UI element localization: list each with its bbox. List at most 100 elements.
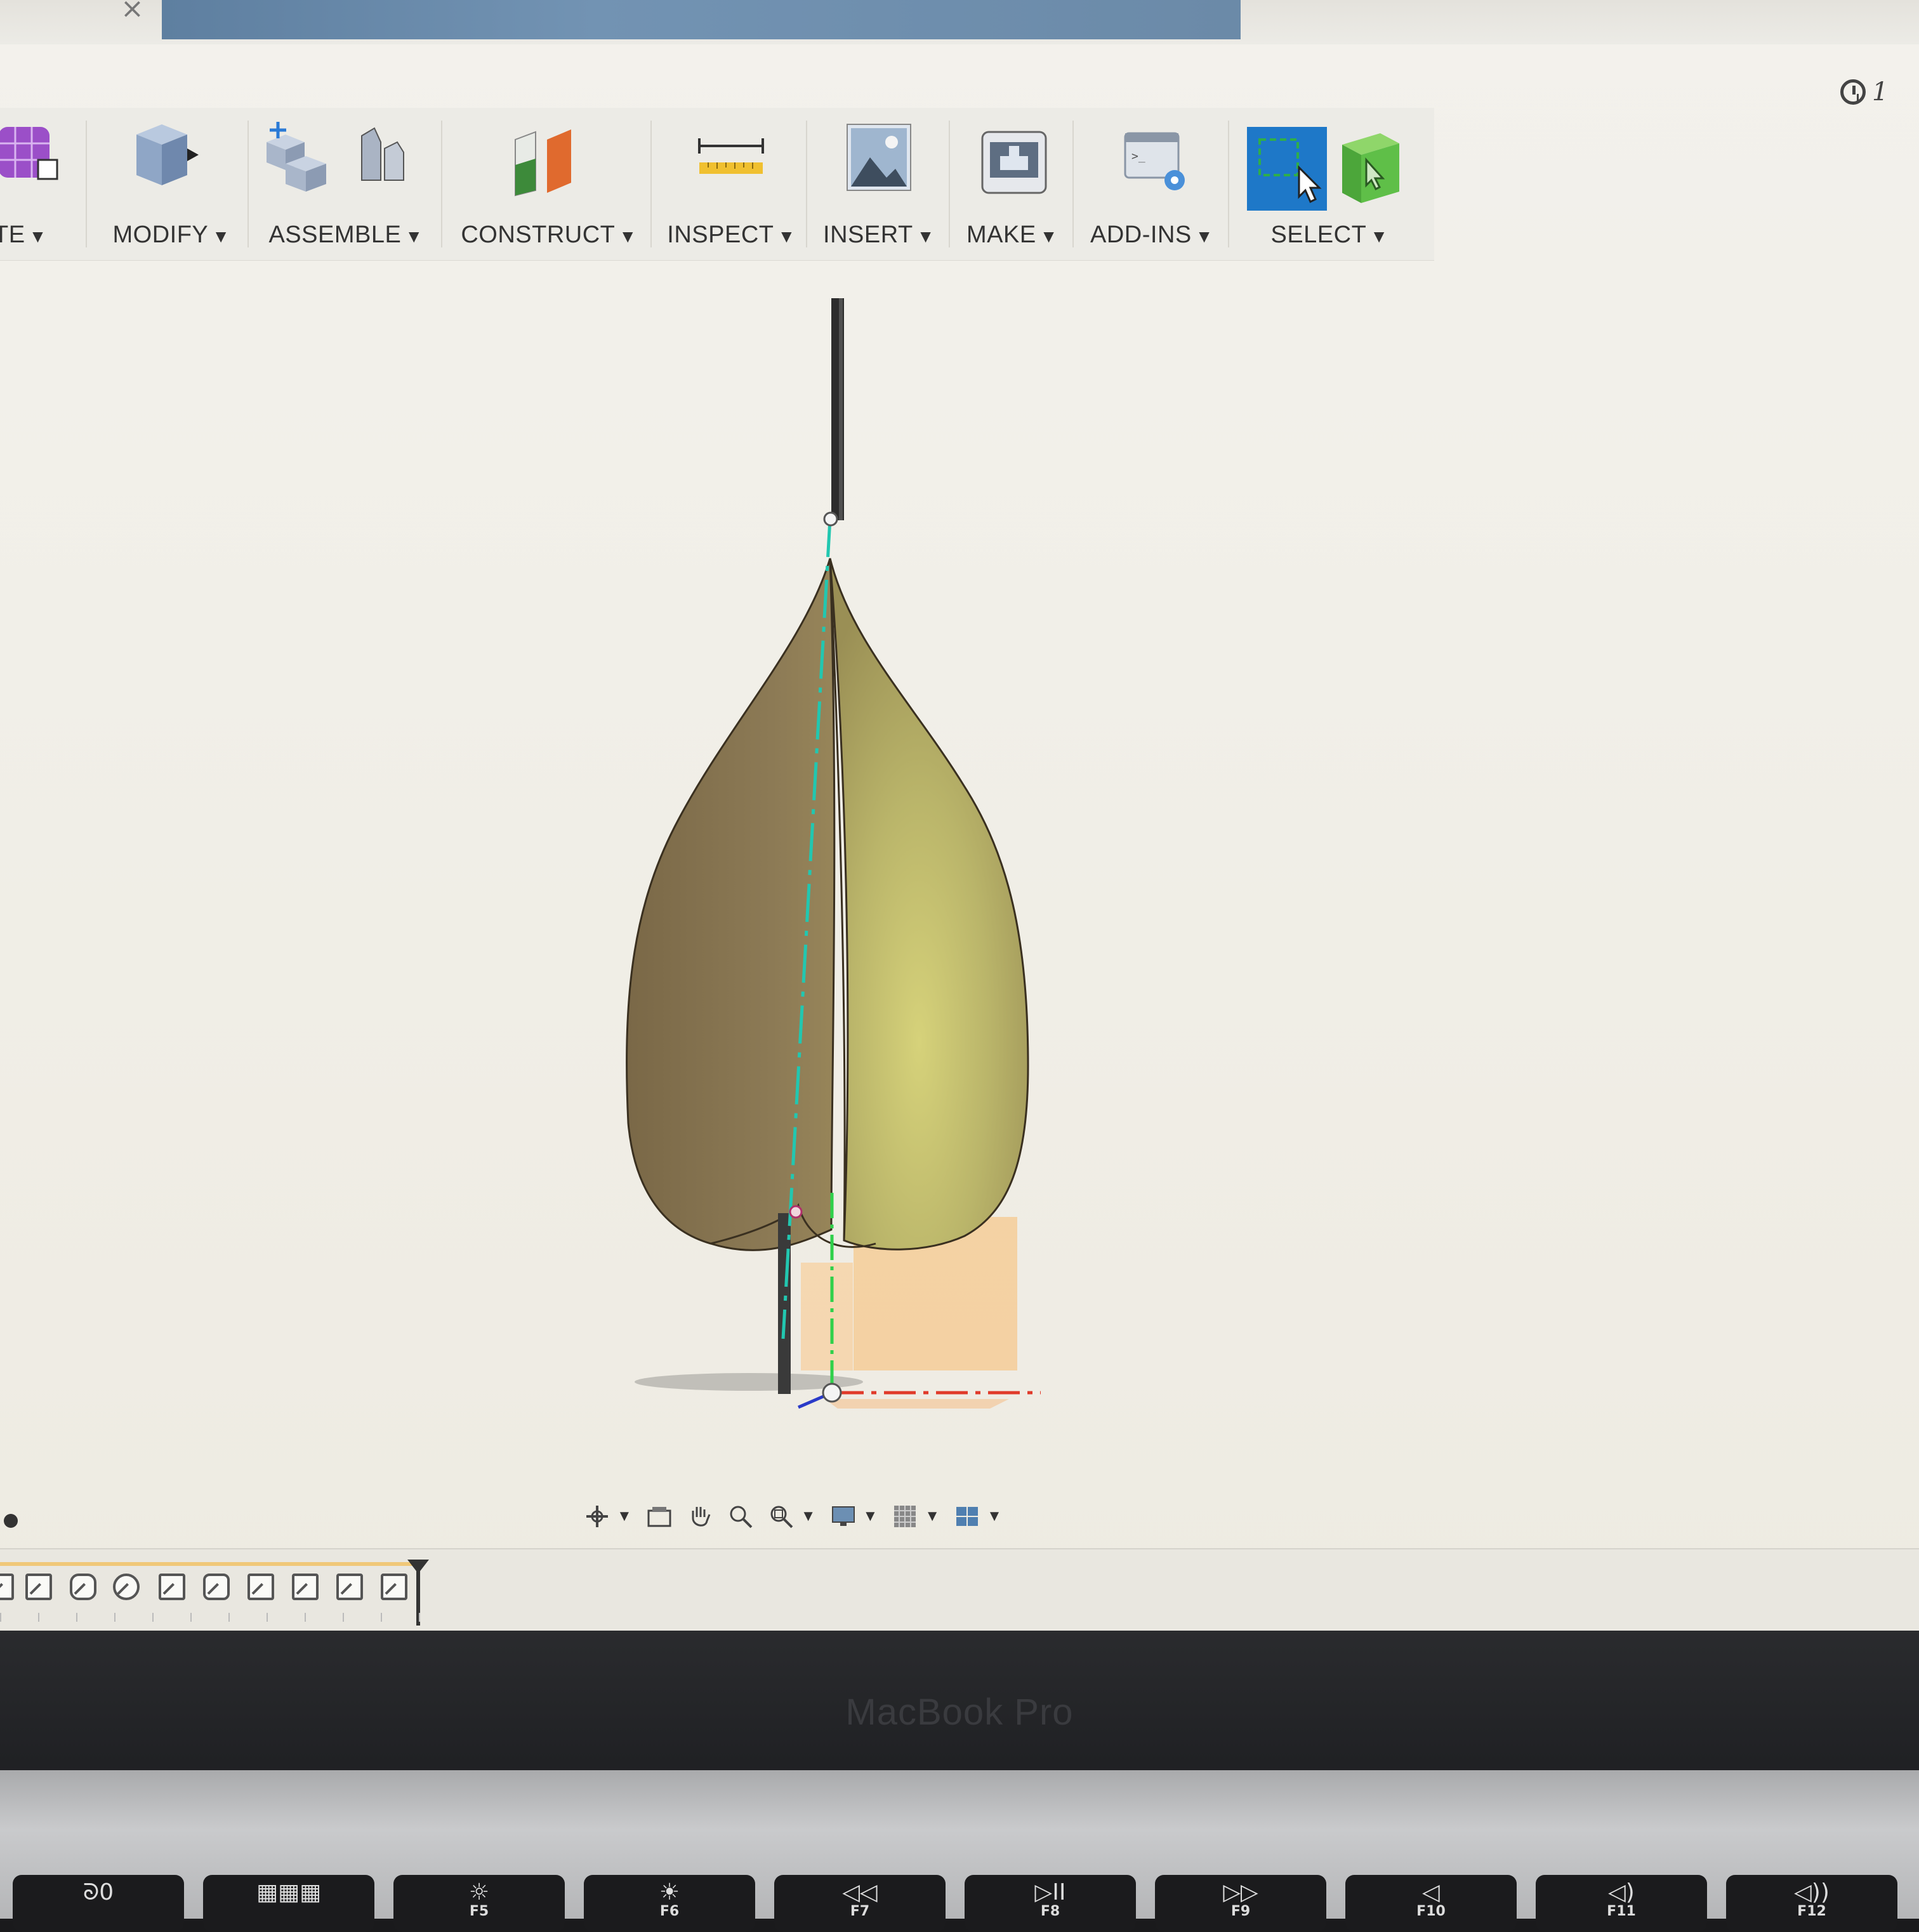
fast-forward-icon: ▷▷ — [1223, 1879, 1258, 1905]
chevron-down-icon: ▼ — [777, 227, 796, 246]
key-f11[interactable]: ◁) F11 — [1536, 1875, 1707, 1932]
insert-image-icon — [847, 124, 911, 191]
rod-highlight — [839, 298, 843, 520]
navigation-bar: ▼ ▼ ▼ ▼ ▼ — [584, 1491, 1002, 1542]
rewind-icon: ◁◁ — [842, 1879, 878, 1905]
chevron-down-icon[interactable]: ▼ — [987, 1508, 1002, 1525]
create-label: TE — [0, 221, 25, 248]
volume-up-icon: ◁)) — [1794, 1879, 1830, 1905]
assemble-label: ASSEMBLE — [268, 221, 402, 248]
construction-plane-yz[interactable] — [801, 1263, 853, 1370]
timeline-feature-sketch[interactable] — [381, 1574, 407, 1600]
timeline-feature-sketch[interactable] — [247, 1574, 274, 1600]
form-cube-icon — [0, 127, 58, 180]
job-status[interactable]: 1 — [1840, 73, 1888, 111]
zoom-window-icon[interactable] — [768, 1503, 795, 1530]
3d-print-icon — [981, 131, 1047, 194]
timeline-feature-loft[interactable] — [113, 1574, 140, 1600]
assemble-menu[interactable]: ASSEMBLE ▼ — [254, 108, 438, 260]
key-f5[interactable]: ☼ F5 — [393, 1875, 565, 1932]
timeline-feature-revolve[interactable] — [70, 1574, 96, 1600]
key-f10[interactable]: ◁ F10 — [1345, 1875, 1517, 1932]
volume-down-icon: ◁) — [1608, 1879, 1635, 1905]
select-menu[interactable]: SELECT ▼ — [1234, 108, 1425, 260]
mission-control-icon: ᘐ0 — [82, 1879, 114, 1905]
create-menu[interactable]: TE ▼ — [0, 108, 86, 260]
select-label: SELECT — [1270, 221, 1367, 248]
origin-point[interactable] — [822, 1383, 842, 1403]
make-menu[interactable]: MAKE ▼ — [955, 108, 1069, 260]
measure-icon — [698, 138, 764, 174]
key-f4[interactable]: ▦▦▦ — [203, 1875, 374, 1932]
divider — [1072, 121, 1074, 247]
key-f7[interactable]: ◁◁ F7 — [774, 1875, 946, 1932]
press-pull-cube-icon — [136, 124, 199, 185]
sketch-point-bottom[interactable] — [789, 1205, 803, 1219]
timeline-feature-sketch[interactable] — [159, 1574, 185, 1600]
key-f3[interactable]: ᘐ0 — [13, 1875, 184, 1932]
add-ins-menu[interactable]: >_ ADD-INS ▼ — [1079, 108, 1225, 260]
chevron-down-icon: ▼ — [405, 227, 423, 246]
key-f8[interactable]: ▷II F8 — [965, 1875, 1136, 1932]
divider — [86, 121, 87, 247]
sketch-point-top[interactable] — [823, 511, 838, 527]
orbit-icon[interactable] — [584, 1503, 610, 1530]
divider — [949, 121, 950, 247]
modify-menu[interactable]: MODIFY ▼ — [98, 108, 244, 260]
grid-settings-icon[interactable] — [892, 1503, 918, 1530]
zoom-icon[interactable] — [727, 1503, 754, 1530]
inspect-menu[interactable]: INSPECT ▼ — [660, 108, 803, 260]
fusion-360-window: × 1 TE ▼ MODIFY ▼ ASSEMBLE ▼ CONSTRUCT ▼… — [0, 0, 1919, 1631]
construct-label: CONSTRUCT — [461, 221, 616, 248]
play-pause-icon: ▷II — [1034, 1879, 1066, 1905]
timeline-feature-sketch[interactable] — [292, 1574, 319, 1600]
pan-icon[interactable] — [687, 1503, 713, 1530]
look-at-icon[interactable] — [646, 1503, 673, 1530]
construction-plane-xz[interactable] — [825, 1399, 1009, 1409]
chevron-down-icon: ▼ — [29, 227, 47, 246]
document-tab[interactable] — [162, 0, 1241, 39]
close-tab-icon[interactable]: × — [121, 0, 144, 25]
timeline-feature-split[interactable] — [203, 1574, 230, 1600]
new-component-icon — [267, 122, 404, 192]
bottom-rod-body[interactable] — [778, 1213, 791, 1394]
key-f6[interactable]: ☀ F6 — [584, 1875, 755, 1932]
construct-menu[interactable]: CONSTRUCT ▼ — [451, 108, 647, 260]
viewports-icon[interactable] — [954, 1503, 980, 1530]
key-f9[interactable]: ▷▷ F9 — [1155, 1875, 1326, 1932]
modify-label: MODIFY — [112, 221, 209, 248]
insert-label: INSERT — [823, 221, 913, 248]
chevron-down-icon[interactable]: ▼ — [617, 1508, 632, 1525]
divider — [806, 121, 807, 247]
scripts-icon: >_ — [1124, 132, 1185, 190]
inspect-label: INSPECT — [667, 221, 774, 248]
insert-menu[interactable]: INSERT ▼ — [812, 108, 946, 260]
timeline-track — [0, 1613, 444, 1622]
keyboard-brightness-up-icon: ☀ — [659, 1879, 680, 1905]
timeline-feature-extrude[interactable] — [336, 1574, 363, 1600]
timeline-feature-sketch[interactable] — [0, 1574, 14, 1600]
select-icon — [1247, 127, 1399, 211]
ribbon-toolbar: TE ▼ MODIFY ▼ ASSEMBLE ▼ CONSTRUCT ▼ INS… — [0, 108, 1434, 261]
chevron-down-icon: ▼ — [619, 227, 637, 246]
timeline-range — [0, 1562, 412, 1566]
divider — [1228, 121, 1229, 247]
canvas-viewport[interactable] — [0, 260, 1919, 1504]
status-indicator[interactable] — [4, 1514, 18, 1528]
make-label: MAKE — [966, 221, 1036, 248]
display-settings-icon[interactable] — [830, 1503, 857, 1530]
svg-text:>_: >_ — [1131, 150, 1145, 163]
keyboard-brightness-down-icon: ☼ — [468, 1879, 490, 1905]
clock-icon — [1840, 79, 1866, 105]
chevron-down-icon[interactable]: ▼ — [863, 1508, 878, 1525]
timeline-feature-sketch[interactable] — [25, 1574, 52, 1600]
divider — [441, 121, 442, 247]
divider — [247, 121, 249, 247]
key-f12[interactable]: ◁)) F12 — [1726, 1875, 1897, 1932]
body-left-half[interactable] — [626, 558, 836, 1251]
body-right-half[interactable] — [829, 558, 1029, 1251]
chevron-down-icon[interactable]: ▼ — [925, 1508, 940, 1525]
chevron-down-icon[interactable]: ▼ — [801, 1508, 816, 1525]
chevron-down-icon: ▼ — [916, 227, 935, 246]
chevron-down-icon: ▼ — [1039, 227, 1058, 246]
